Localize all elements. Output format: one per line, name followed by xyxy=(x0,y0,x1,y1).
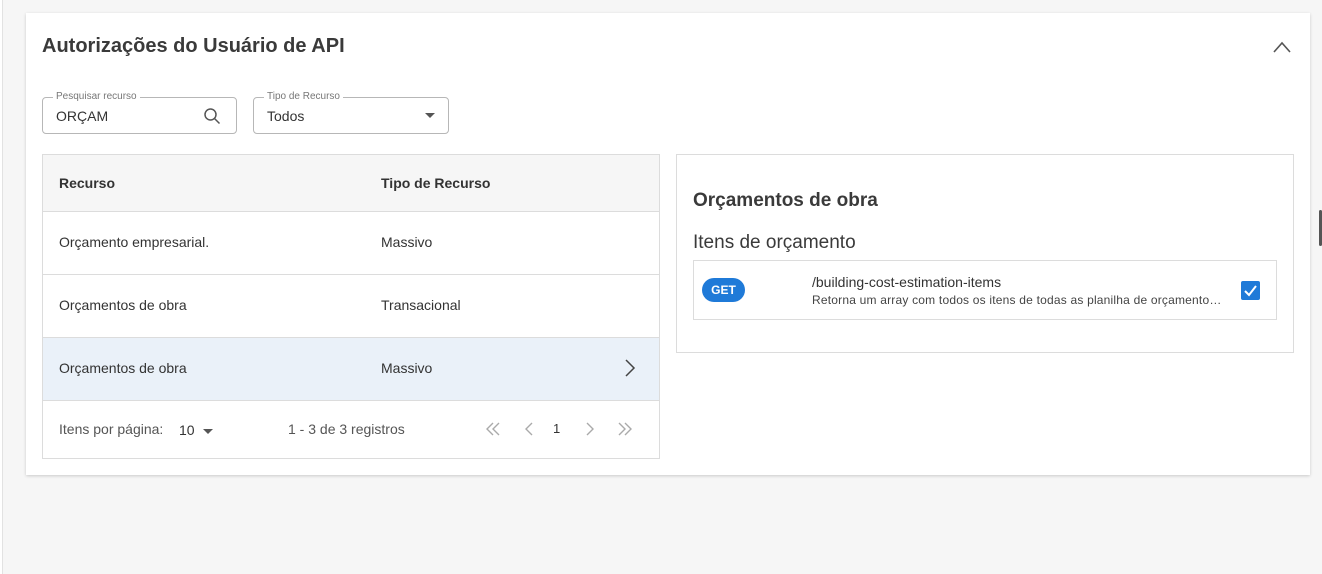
cell-type: Transacional xyxy=(381,297,461,313)
per-page-value: 10 xyxy=(179,422,195,438)
column-header-type: Tipo de Recurso xyxy=(381,175,491,191)
api-user-permissions-card: Autorizações do Usuário de API Pesquisar… xyxy=(26,13,1310,475)
resource-type-value: Todos xyxy=(267,108,305,124)
search-icon[interactable] xyxy=(203,107,221,125)
resource-type-select[interactable]: Tipo de Recurso Todos xyxy=(253,91,449,134)
column-header-resource: Recurso xyxy=(59,175,116,191)
resource-type-label: Tipo de Recurso xyxy=(264,91,343,103)
resource-detail-panel: Orçamentos de obra Itens de orçamento GE… xyxy=(676,154,1294,353)
table-row[interactable]: Orçamentos de obra Transacional xyxy=(43,275,659,338)
records-range: 1 - 3 de 3 registros xyxy=(288,421,405,437)
first-page-icon[interactable] xyxy=(484,419,502,439)
cell-resource: Orçamento empresarial. xyxy=(59,234,210,250)
caret-down-icon xyxy=(425,113,435,118)
detail-subtitle: Itens de orçamento xyxy=(693,232,856,253)
endpoint-permission-checkbox[interactable] xyxy=(1241,281,1260,300)
per-page-select[interactable]: 10 xyxy=(179,417,219,443)
table-header: Recurso Tipo de Recurso xyxy=(43,155,659,212)
search-field-label: Pesquisar recurso xyxy=(53,91,140,103)
endpoint-description: Retorna um array com todos os itens de t… xyxy=(812,293,1224,307)
current-page-number[interactable]: 1 xyxy=(553,421,560,436)
resources-table: Recurso Tipo de Recurso Orçamento empres… xyxy=(42,154,660,459)
caret-down-icon xyxy=(203,429,213,434)
cell-type: Massivo xyxy=(381,360,433,376)
checkmark-icon xyxy=(1244,285,1257,297)
table-footer: Itens por página: 10 1 - 3 de 3 registro… xyxy=(43,401,659,458)
search-field[interactable]: Pesquisar recurso ORÇAM xyxy=(42,91,237,134)
table-row[interactable]: Orçamento empresarial. Massivo xyxy=(43,212,659,275)
card-title: Autorizações do Usuário de API xyxy=(42,35,345,57)
next-page-icon[interactable] xyxy=(581,419,599,439)
chevron-up-icon[interactable] xyxy=(1272,40,1292,54)
left-edge xyxy=(0,0,3,574)
cell-type: Massivo xyxy=(381,234,433,250)
detail-title: Orçamentos de obra xyxy=(693,190,878,211)
http-method-badge: GET xyxy=(702,278,745,302)
cell-resource: Orçamentos de obra xyxy=(59,360,187,376)
cell-resource: Orçamentos de obra xyxy=(59,297,187,313)
endpoint-path: /building-cost-estimation-items xyxy=(812,274,1002,290)
chevron-right-icon[interactable] xyxy=(623,358,637,378)
endpoint-item: GET /building-cost-estimation-items Reto… xyxy=(693,260,1277,320)
previous-page-icon[interactable] xyxy=(520,419,538,439)
table-row-selected[interactable]: Orçamentos de obra Massivo xyxy=(43,338,659,401)
last-page-icon[interactable] xyxy=(616,419,634,439)
search-input[interactable]: ORÇAM xyxy=(56,108,108,124)
per-page-label: Itens por página: xyxy=(59,421,164,437)
